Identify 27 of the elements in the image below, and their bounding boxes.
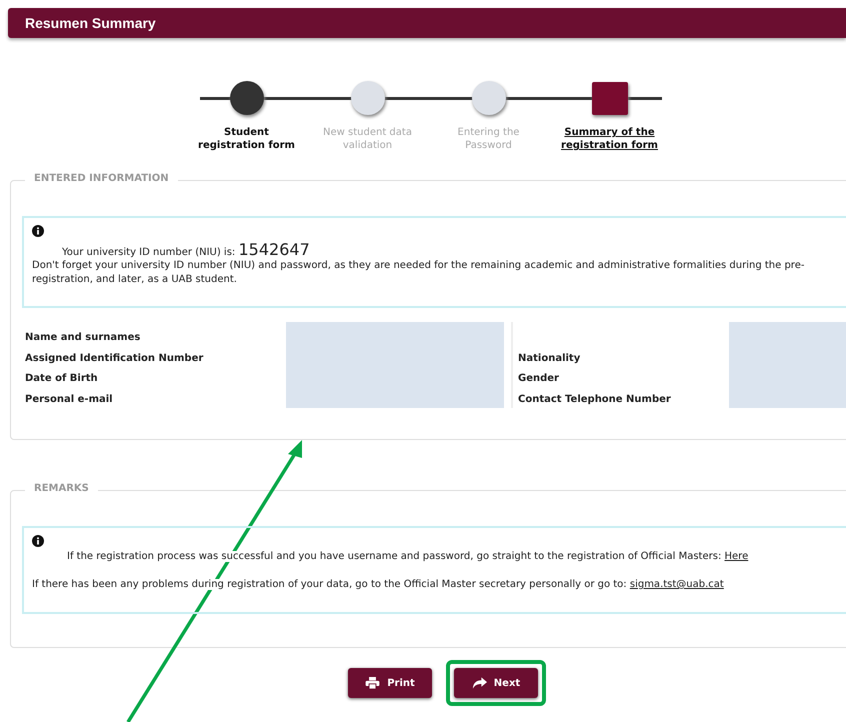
remark-text: If there has been any problems during registration of your data, go to the Official Master secretary personally or go to: sigma.tst@uab.cat xyxy=(32,579,724,590)
step-label: Student registration form xyxy=(197,126,296,152)
step-label: New student data validation xyxy=(322,126,413,152)
section-legend: REMARKS xyxy=(25,483,98,494)
print-button[interactable]: Print xyxy=(348,668,432,698)
niu-value: 1542647 xyxy=(238,240,310,259)
field-label: Date of Birth xyxy=(25,373,98,384)
redo-arrow-icon xyxy=(472,677,487,689)
email-link[interactable]: sigma.tst@uab.cat xyxy=(630,579,724,590)
notice-text: Don't forget your university ID number (NIU) and password, as they are needed for the remaining academic and administrative formalities during the pre-registration, and later, as a UAB student. xyxy=(32,259,806,287)
step-label: Entering the Password xyxy=(456,126,520,152)
field-label: Assigned Identification Number xyxy=(25,352,204,364)
remark-text: If the registration process was successful and you have username and password, go straight to the registration of Official Masters: Here xyxy=(67,551,748,562)
step-label: Summary of the registration form xyxy=(560,126,659,152)
field-label: Nationality xyxy=(518,352,580,364)
section-legend: ENTERED INFORMATION xyxy=(25,173,178,184)
next-button[interactable]: Next xyxy=(454,668,538,698)
page-title: Resumen Summary xyxy=(25,15,156,31)
info-icon xyxy=(32,225,44,237)
field-label: Contact Telephone Number xyxy=(518,394,671,406)
printer-icon xyxy=(365,677,380,689)
info-icon xyxy=(32,535,44,547)
niu-label: Your university ID number (NIU) is: xyxy=(62,247,236,258)
field-label: Name and surnames xyxy=(25,332,140,343)
here-link[interactable]: Here xyxy=(724,551,748,562)
field-label: Gender xyxy=(518,373,559,384)
field-label: Personal e-mail xyxy=(25,394,113,406)
